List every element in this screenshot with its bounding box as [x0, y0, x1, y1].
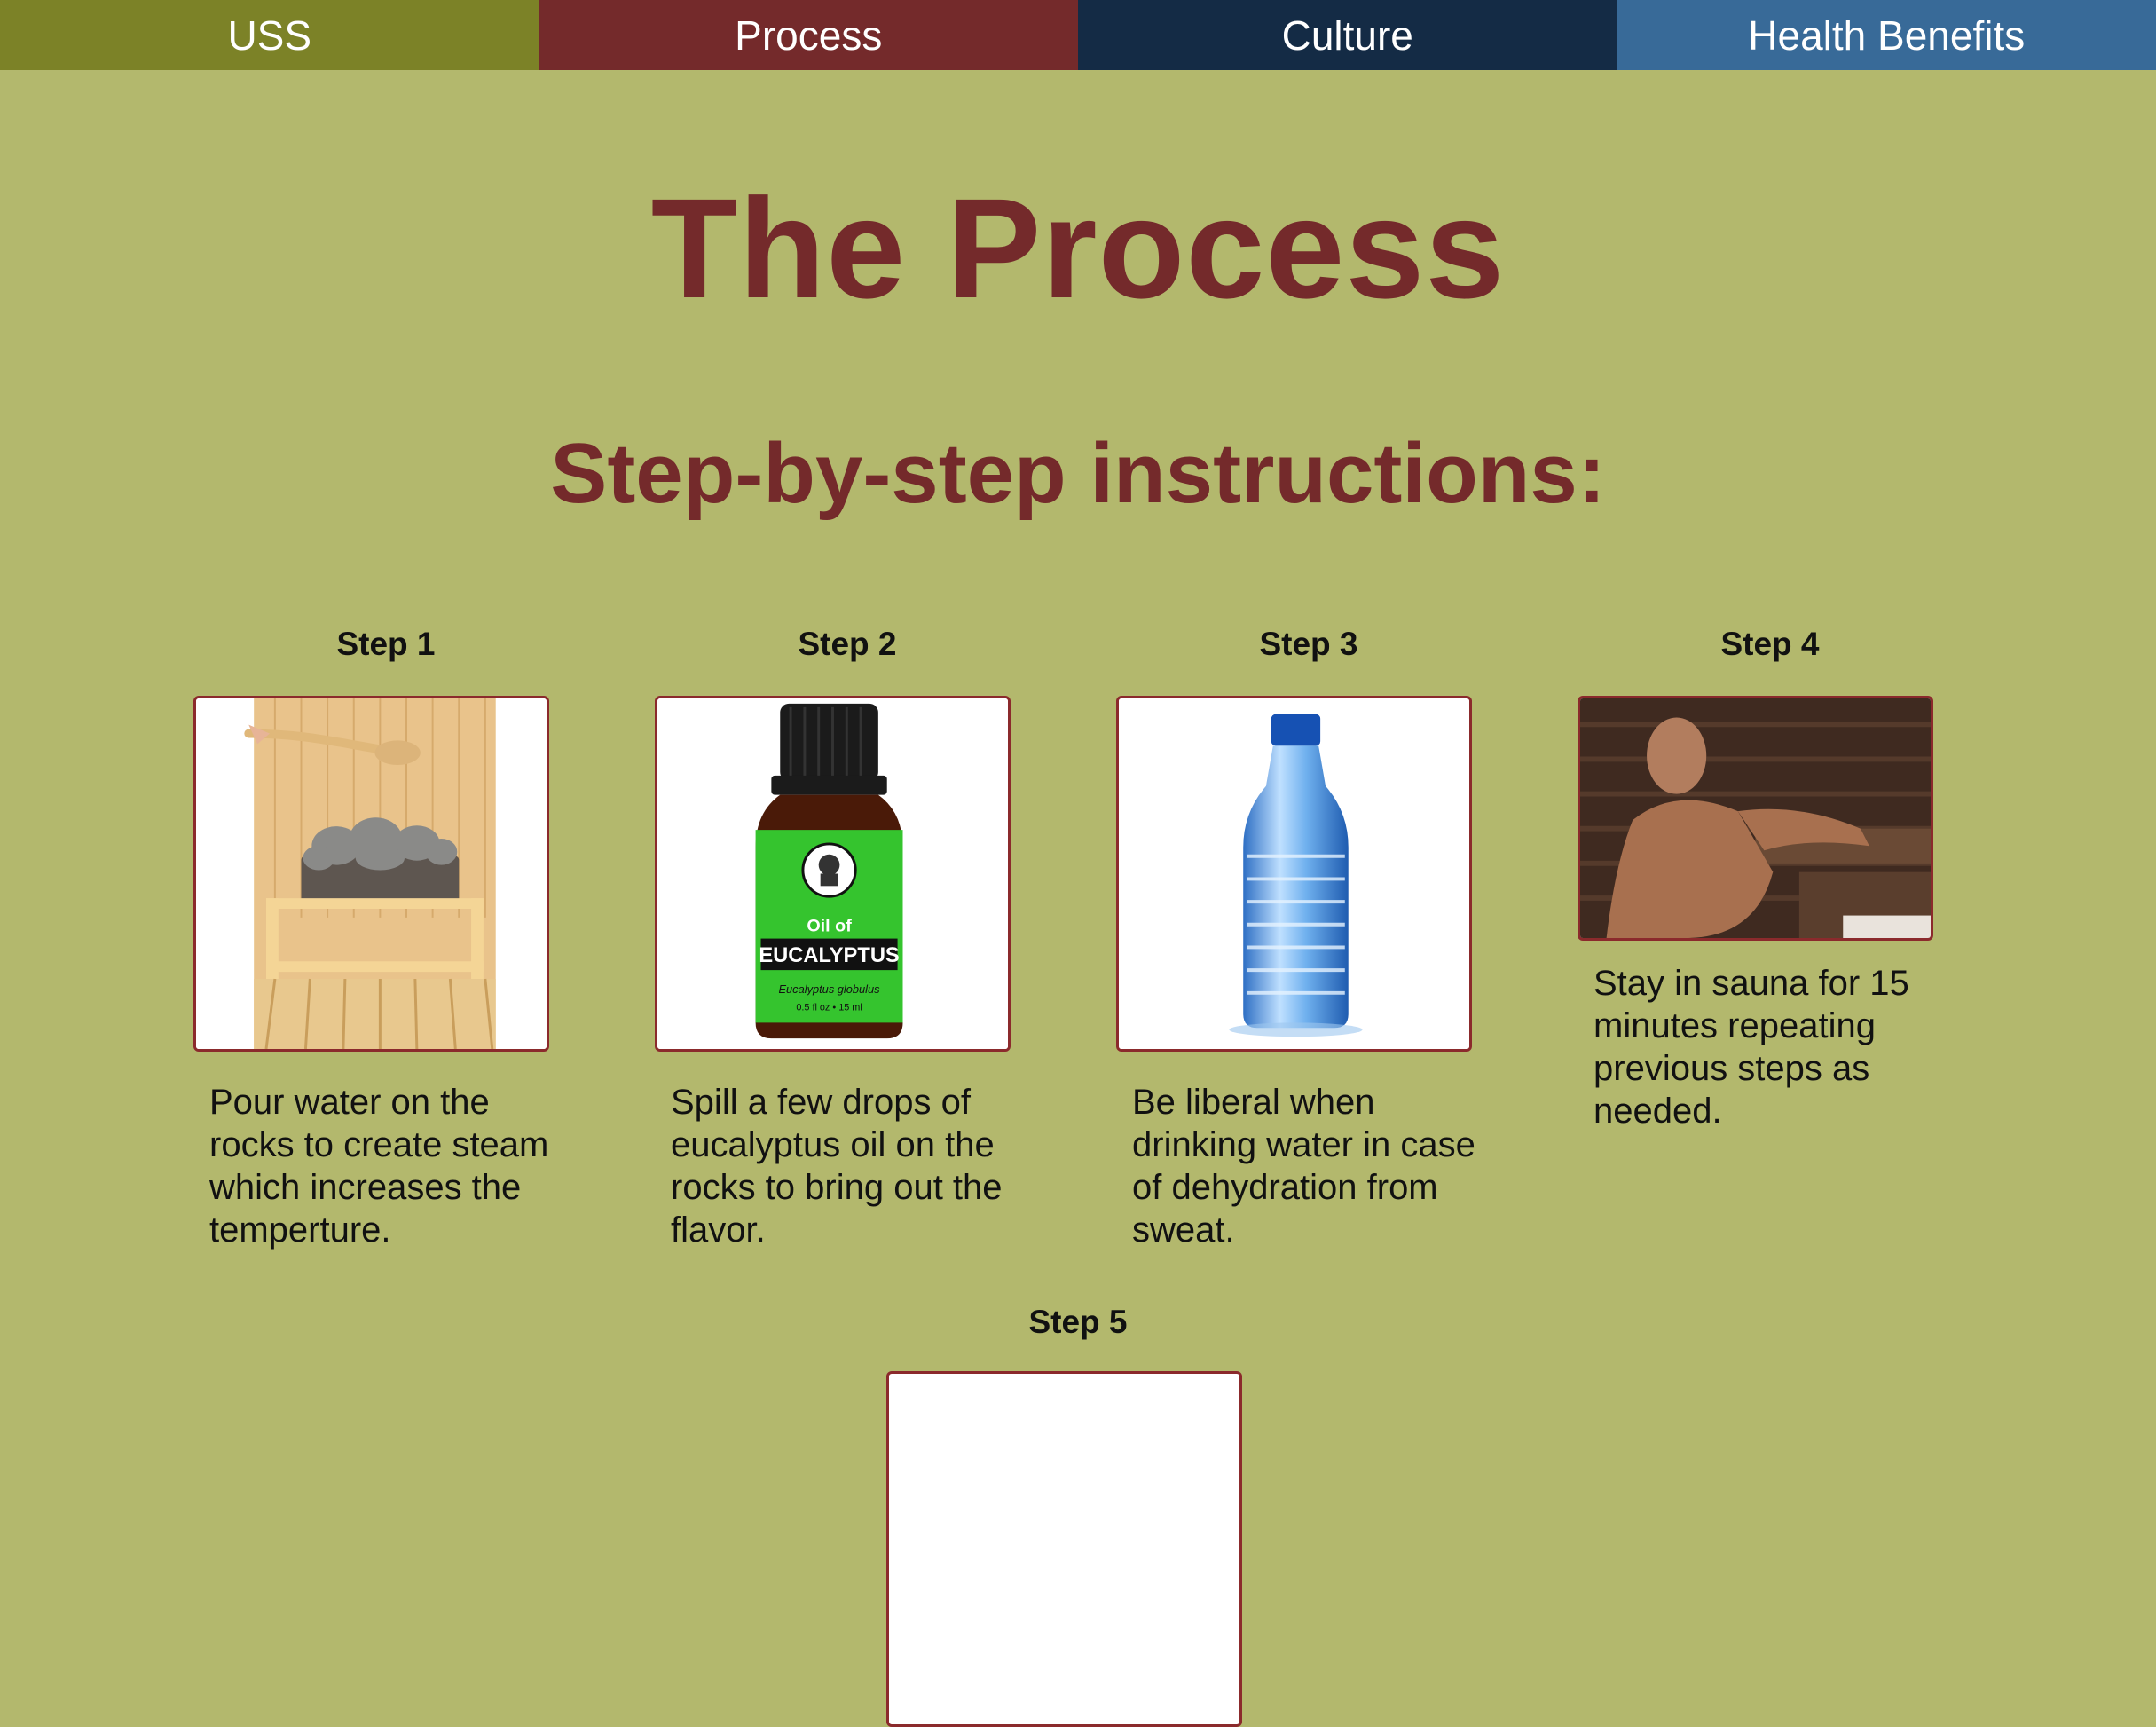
nav-culture[interactable]: Culture [1078, 0, 1617, 70]
step-3-label: Step 3 [1118, 625, 1499, 664]
nav-uss[interactable]: USS [0, 0, 539, 70]
step-4-image [1578, 696, 1933, 941]
nav-health-benefits[interactable]: Health Benefits [1617, 0, 2156, 70]
step-2-image: Oil of EUCALYPTUS Eucalyptus globulus 0.… [655, 696, 1011, 1052]
step-2-label: Step 2 [657, 625, 1038, 664]
page-subtitle: Step-by-step instructions: [0, 422, 2156, 524]
bottle-label-latin: Eucalyptus globulus [778, 982, 880, 996]
step-2-description: Spill a few drops of eucalyptus oil on t… [671, 1081, 1026, 1251]
water-bottle-photo [1119, 698, 1469, 1049]
step-3-description: Be liberal when drinking water in case o… [1132, 1081, 1487, 1251]
eucalyptus-bottle-photo: Oil of EUCALYPTUS Eucalyptus globulus 0.… [657, 698, 1008, 1049]
step-1-description: Pour water on the rocks to create steam … [209, 1081, 564, 1251]
sauna-rocks-photo [196, 698, 547, 1049]
step-1-image [193, 696, 549, 1052]
nav-process[interactable]: Process [539, 0, 1079, 70]
step-5-label: Step 5 [887, 1303, 1269, 1342]
bottle-label-main: EUCALYPTUS [759, 944, 899, 967]
step-1-label: Step 1 [195, 625, 577, 664]
step-4-label: Step 4 [1579, 625, 1961, 664]
man-in-sauna-photo [1580, 698, 1931, 938]
page-title: The Process [0, 164, 2156, 333]
bottle-label-top: Oil of [807, 917, 852, 936]
top-nav: USS Process Culture Health Benefits [0, 0, 2156, 70]
step-5-image [886, 1371, 1242, 1727]
bottle-label-size: 0.5 fl oz • 15 ml [796, 1003, 862, 1013]
step-4-description: Stay in sauna for 15 minutes repeating p… [1593, 962, 1948, 1132]
step-3-image [1116, 696, 1472, 1052]
